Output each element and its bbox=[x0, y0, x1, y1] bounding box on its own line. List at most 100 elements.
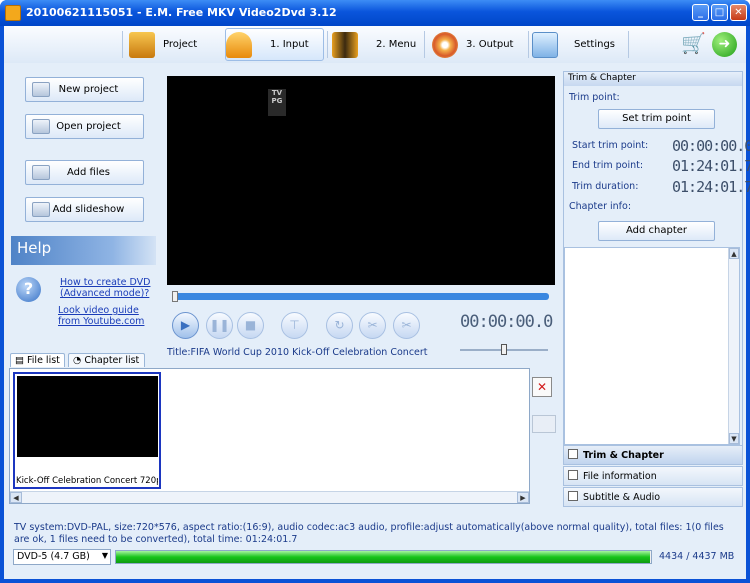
file-thumbnail bbox=[17, 376, 158, 457]
trim-duration-label: Trim duration: bbox=[572, 181, 639, 192]
tab-chapter-list[interactable]: ◔ Chapter list bbox=[68, 353, 145, 367]
add-files-label: Add files bbox=[67, 167, 110, 178]
toolbar-separator bbox=[528, 31, 529, 58]
merge-files-icon[interactable] bbox=[532, 415, 556, 433]
rotate-button[interactable]: ↻ bbox=[326, 312, 353, 339]
tab-input-label: 1. Input bbox=[270, 39, 309, 50]
disc-type-select[interactable]: DVD-5 (4.7 GB) ▼ bbox=[13, 549, 111, 565]
trim-point-label: Trim point: bbox=[569, 92, 620, 103]
toolbar-separator bbox=[327, 31, 328, 58]
file-list-icon: ▤ bbox=[15, 355, 24, 366]
scroll-left-arrow-icon[interactable]: ◀ bbox=[10, 492, 22, 503]
minimize-button[interactable]: _ bbox=[692, 4, 709, 21]
client-area: Project 1. Input 2. Menu 3. Output Setti… bbox=[4, 26, 750, 579]
open-project-button[interactable]: Open project bbox=[25, 114, 144, 139]
volume-thumb[interactable] bbox=[501, 344, 507, 355]
help-link-line: from Youtube.com bbox=[58, 316, 145, 327]
film-clapper-icon bbox=[129, 31, 155, 58]
tab-file-information-label: File information bbox=[583, 471, 657, 482]
scroll-up-arrow-icon[interactable]: ▲ bbox=[729, 248, 739, 259]
play-button[interactable]: ▶ bbox=[172, 312, 199, 339]
scroll-right-arrow-icon[interactable]: ▶ bbox=[517, 492, 529, 503]
horizontal-scrollbar[interactable]: ◀ ▶ bbox=[10, 491, 529, 503]
add-chapter-button[interactable]: Add chapter bbox=[598, 221, 715, 241]
stop-button[interactable]: ■ bbox=[237, 312, 264, 339]
scissors-icon bbox=[568, 449, 578, 459]
video-title-info: Title:FIFA World Cup 2010 Kick-Off Celeb… bbox=[167, 347, 428, 358]
seek-thumb[interactable] bbox=[172, 291, 178, 302]
chapter-list-icon: ◔ bbox=[73, 355, 82, 366]
tab-menu[interactable]: 2. Menu bbox=[332, 28, 418, 61]
tab-project[interactable]: Project bbox=[129, 28, 219, 61]
tab-file-information[interactable]: File information bbox=[563, 466, 743, 486]
end-trim-value: 01:24:01.7 bbox=[672, 157, 750, 175]
new-project-label: New project bbox=[58, 84, 119, 95]
start-trim-value: 00:00:00.0 bbox=[672, 137, 750, 155]
help-link-line: How to create DVD bbox=[60, 277, 151, 288]
tab-chapter-list-label: Chapter list bbox=[84, 355, 140, 366]
maximize-button[interactable]: □ bbox=[711, 4, 728, 21]
main-toolbar: Project 1. Input 2. Menu 3. Output Setti… bbox=[4, 26, 746, 63]
file-item[interactable]: Kick-Off Celebration Concert 720p H bbox=[13, 372, 161, 489]
chevron-down-icon: ▼ bbox=[101, 551, 108, 560]
volume-slider[interactable] bbox=[460, 344, 548, 355]
help-question-icon: ? bbox=[16, 277, 41, 302]
pause-button[interactable]: ❚❚ bbox=[206, 312, 233, 339]
help-link-line: Look video guide bbox=[58, 305, 139, 316]
new-project-button[interactable]: New project bbox=[25, 77, 144, 102]
update-arrow-icon[interactable]: ➜ bbox=[712, 32, 737, 57]
tab-trim-chapter[interactable]: Trim & Chapter bbox=[563, 445, 743, 465]
open-project-label: Open project bbox=[56, 121, 121, 132]
help-link-youtube[interactable]: Look video guide from Youtube.com bbox=[58, 305, 144, 327]
info-icon bbox=[568, 470, 578, 480]
tab-settings[interactable]: Settings bbox=[532, 28, 624, 61]
add-slideshow-button[interactable]: Add slideshow bbox=[25, 197, 144, 222]
tab-input[interactable]: 1. Input bbox=[225, 28, 324, 61]
title-bar: 20100621115051 - E.M. Free MKV Video2Dvd… bbox=[0, 0, 750, 26]
toolbar-separator bbox=[628, 31, 629, 58]
disc-type-value: DVD-5 (4.7 GB) bbox=[17, 551, 90, 562]
shopping-cart-icon[interactable]: 🛒 bbox=[681, 31, 706, 57]
add-slideshow-label: Add slideshow bbox=[52, 204, 125, 215]
delete-file-icon[interactable]: ✕ bbox=[532, 377, 552, 397]
disc-usage-label: 4434 / 4437 MB bbox=[659, 551, 735, 562]
input-arrow-icon bbox=[226, 31, 252, 58]
tab-subtitle-audio[interactable]: Subtitle & Audio bbox=[563, 487, 743, 507]
time-readout: 00:00:00.0 bbox=[460, 312, 553, 332]
app-icon bbox=[5, 5, 21, 21]
cut-button[interactable]: ✂ bbox=[359, 312, 386, 339]
toolbar-separator bbox=[424, 31, 425, 58]
tab-menu-label: 2. Menu bbox=[376, 39, 417, 50]
slideshow-icon bbox=[32, 202, 50, 217]
start-trim-label: Start trim point: bbox=[572, 140, 649, 151]
chapter-info-label: Chapter info: bbox=[569, 201, 632, 212]
add-files-button[interactable]: Add files bbox=[25, 160, 144, 185]
chapter-list[interactable]: ▲ ▼ bbox=[564, 247, 740, 445]
split-button[interactable]: ⊤ bbox=[281, 312, 308, 339]
tab-project-label: Project bbox=[163, 39, 198, 50]
tab-subtitle-audio-label: Subtitle & Audio bbox=[583, 492, 661, 503]
tab-output[interactable]: 3. Output bbox=[432, 28, 524, 61]
disc-usage-fill bbox=[116, 551, 651, 563]
new-file-icon bbox=[32, 82, 50, 97]
vertical-scrollbar[interactable]: ▲ ▼ bbox=[728, 248, 739, 444]
settings-list-icon bbox=[532, 31, 558, 58]
tab-file-list-label: File list bbox=[27, 355, 60, 366]
video-preview: TV PG bbox=[167, 76, 555, 285]
trim-chapter-panel: Trim & Chapter Trim point: Set trim poin… bbox=[563, 71, 750, 446]
scroll-down-arrow-icon[interactable]: ▼ bbox=[729, 433, 739, 444]
trim-duration-value: 01:24:01.7 bbox=[672, 178, 750, 196]
seek-bar[interactable] bbox=[172, 291, 549, 302]
file-list-pane: Kick-Off Celebration Concert 720p H ◀ ▶ bbox=[9, 368, 530, 504]
help-link-advanced-mode[interactable]: How to create DVD (Advanced mode)? bbox=[60, 277, 150, 299]
scissors-button[interactable]: ✂ bbox=[393, 312, 420, 339]
tab-output-label: 3. Output bbox=[466, 39, 514, 50]
folder-icon bbox=[32, 119, 50, 134]
help-banner: Help bbox=[11, 236, 156, 265]
close-button[interactable]: ✕ bbox=[730, 4, 747, 21]
end-trim-label: End trim point: bbox=[572, 160, 644, 171]
tab-file-list[interactable]: ▤ File list bbox=[10, 353, 65, 367]
tab-settings-label: Settings bbox=[574, 39, 616, 50]
toolbar-separator bbox=[122, 31, 123, 58]
set-trim-point-button[interactable]: Set trim point bbox=[598, 109, 715, 129]
